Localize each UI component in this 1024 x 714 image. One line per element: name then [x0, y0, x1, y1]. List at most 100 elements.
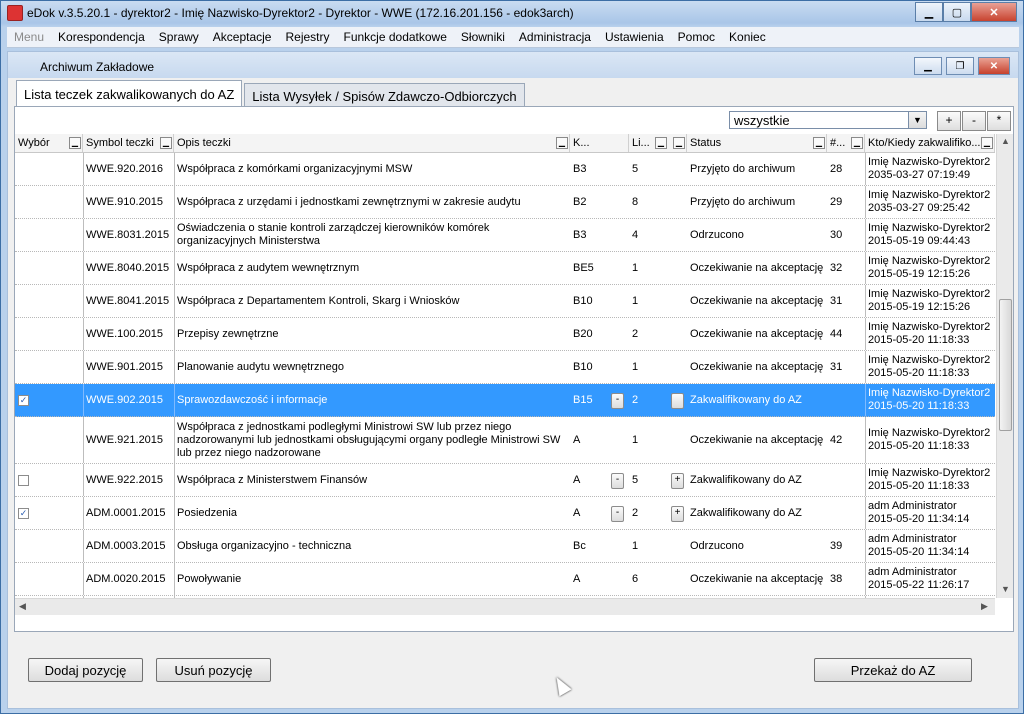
table-row[interactable]: WWE.902.2015 Sprawozdawczość i informacje…	[15, 384, 995, 417]
maximize-icon[interactable]: ▢	[943, 2, 971, 22]
column-collapse-icon[interactable]: ▁	[981, 137, 993, 149]
qualified-by-cell: adm Administrator 2015-05-20 11:34:14	[865, 530, 995, 562]
inner-minimize-icon[interactable]: ▁	[914, 57, 942, 75]
table-row[interactable]: WWE.8041.2015 Współpraca z Departamentem …	[15, 285, 995, 318]
status-cell: Odrzucono	[690, 539, 744, 552]
column-header-7[interactable]: Kto/Kiedy zakwalifiko...	[865, 134, 995, 152]
category-cell: B20	[573, 327, 593, 340]
add-position-button[interactable]: Dodaj pozycję	[28, 658, 143, 682]
count-cell: 6	[632, 572, 639, 585]
chevron-down-icon[interactable]: ▼	[908, 112, 926, 128]
menu-item-2[interactable]: Sprawy	[152, 30, 206, 44]
count-cell: 4	[632, 228, 639, 241]
add-filter-button[interactable]: +	[937, 111, 961, 131]
status-filter-value: wszystkie	[734, 113, 790, 128]
menu-item-7[interactable]: Administracja	[512, 30, 598, 44]
description-cell: Obsługa organizacyjno - techniczna	[177, 539, 352, 552]
count-cell: 2	[632, 393, 639, 406]
column-header-3[interactable]: K...	[570, 134, 629, 152]
symbol-cell: WWE.100.2015	[86, 327, 164, 340]
qualified-by-date: 2015-05-20 11:34:14	[868, 546, 970, 558]
tab-panel: wszystkie ▼ + - * Wybór ▁ Symbol teczki ▁ Op…	[14, 106, 1014, 632]
scroll-down-icon[interactable]: ▼	[1001, 584, 1010, 594]
inner-restore-icon[interactable]: ❐	[946, 57, 974, 75]
number-cell	[827, 464, 865, 496]
app-window: eDok v.3.5.20.1 - dyrektor2 - Imię Nazwi…	[0, 0, 1024, 714]
scroll-thumb[interactable]	[999, 299, 1012, 431]
menu-item-4[interactable]: Rejestry	[278, 30, 336, 44]
archive-window: Archiwum Zakładowe ▁ ❐ ✕ Lista teczek za…	[7, 51, 1019, 709]
menu-item-6[interactable]: Słowniki	[454, 30, 512, 44]
qualified-by-cell: Imię Nazwisko-Dyrektor2 2035-03-27 09:25:…	[865, 186, 995, 218]
select-checkbox[interactable]: ✓	[18, 394, 29, 406]
qualified-by-cell: Imię Nazwisko-Dyrektor2 2015-05-19 09:44:…	[865, 219, 995, 251]
menu-item-8[interactable]: Ustawienia	[598, 30, 671, 44]
increase-button[interactable]: +	[671, 472, 684, 489]
column-collapse-icon[interactable]: ▁	[556, 137, 568, 149]
menu-item-9[interactable]: Pomoc	[671, 30, 722, 44]
table-row[interactable]: WWE.922.2015 Współpraca z Ministerstwem F…	[15, 464, 995, 497]
status-cell: Oczekiwanie na akceptację	[690, 572, 824, 585]
increase-button[interactable]	[671, 392, 684, 409]
column-collapse-icon[interactable]: ▁	[69, 137, 81, 149]
tab-teczki[interactable]: Lista teczek zakwalikowanych do AZ	[16, 80, 243, 108]
qualified-by-cell: Imię Nazwisko-Dyrektor2 2015-05-19 12:15:…	[865, 285, 995, 317]
tab-wysylki[interactable]: Lista Wysyłek / Spisów Zdawczo-Odbiorczy…	[244, 83, 525, 108]
decrease-button[interactable]: -	[611, 392, 624, 409]
qualified-by-user: Imię Nazwisko-Dyrektor2	[868, 467, 991, 479]
status-cell: Odrzucono	[690, 228, 744, 241]
column-collapse-icon[interactable]: ▁	[655, 137, 667, 149]
count-cell: 8	[632, 195, 639, 208]
menu-item-3[interactable]: Akceptacje	[206, 30, 279, 44]
transfer-to-az-button[interactable]: Przekaż do AZ	[814, 658, 972, 682]
menu-item-1[interactable]: Korespondencja	[51, 30, 152, 44]
qualified-by-cell: Imię Nazwisko-Dyrektor2 2015-05-20 11:18:…	[865, 384, 995, 416]
vertical-scrollbar[interactable]: ▲ ▼	[996, 134, 1013, 598]
table-row[interactable]: WWE.100.2015 Przepisy zewnętrzne B20 2 Oczek…	[15, 318, 995, 351]
horizontal-scrollbar[interactable]: ◀ ▶	[15, 598, 995, 615]
table-row[interactable]: ADM.0001.2015 Posiedzenia A 2 Zakwalifikowan…	[15, 497, 995, 530]
qualified-by-user: Imię Nazwisko-Dyrektor2	[868, 156, 991, 168]
number-cell: 28	[830, 162, 843, 175]
table-row[interactable]: WWE.901.2015 Planowanie audytu wewnętrzne…	[15, 351, 995, 384]
table-row[interactable]: WWE.920.2016 Współpraca z komórkami organ…	[15, 153, 995, 186]
close-icon[interactable]: ✕	[971, 2, 1017, 22]
scroll-up-icon[interactable]: ▲	[1001, 136, 1010, 146]
increase-button[interactable]: +	[671, 505, 684, 522]
inner-window-title: Archiwum Zakładowe	[40, 60, 155, 74]
menu-item-5[interactable]: Funkcje dodatkowe	[337, 30, 454, 44]
table-row[interactable]: WWE.8040.2015 Współpraca z audytem wewnęt…	[15, 252, 995, 285]
table-row[interactable]: ADM.0003.2015 Obsługa organizacyjno - tec…	[15, 530, 995, 563]
minimize-icon[interactable]: ▁	[915, 2, 943, 22]
status-filter-select[interactable]: wszystkie ▼	[729, 111, 927, 129]
remove-filter-button[interactable]: -	[962, 111, 986, 131]
number-cell: 32	[830, 261, 843, 274]
column-collapse-icon[interactable]: ▁	[673, 137, 685, 149]
table-row[interactable]: WWE.8031.2015 Oświadczenia o stanie kontr…	[15, 219, 995, 252]
table-row[interactable]: ADM.0020.2015 Powoływanie A 6 Oczekiwanie na…	[15, 563, 995, 596]
menu-item-0[interactable]: Menu	[7, 30, 51, 44]
decrease-button[interactable]: -	[611, 472, 624, 489]
status-cell: Oczekiwanie na akceptację	[690, 360, 824, 373]
table-row[interactable]: WWE.910.2015 Współpraca z urzędami i jedn…	[15, 186, 995, 219]
select-checkbox[interactable]	[18, 474, 29, 486]
inner-close-icon[interactable]: ✕	[978, 57, 1010, 75]
column-header-5[interactable]: Status	[687, 134, 827, 152]
description-cell: Współpraca z Departamentem Kontroli, Ska…	[177, 294, 460, 307]
column-collapse-icon[interactable]: ▁	[160, 137, 172, 149]
menu-item-10[interactable]: Koniec	[722, 30, 773, 44]
remove-position-button[interactable]: Usuń pozycję	[156, 658, 271, 682]
column-collapse-icon[interactable]: ▁	[813, 137, 825, 149]
qualified-by-user: Imię Nazwisko-Dyrektor2	[868, 288, 991, 300]
all-filter-button[interactable]: *	[987, 111, 1011, 131]
column-header-2[interactable]: Opis teczki	[174, 134, 570, 152]
status-cell: Zakwalifikowany do AZ	[690, 506, 802, 519]
qualified-by-user: adm Administrator	[868, 566, 957, 578]
qualified-by-user: Imię Nazwisko-Dyrektor2	[868, 427, 991, 439]
select-checkbox[interactable]: ✓	[18, 507, 29, 519]
column-collapse-icon[interactable]: ▁	[851, 137, 863, 149]
scroll-right-icon[interactable]: ▶	[981, 601, 988, 612]
table-row[interactable]: WWE.921.2015 Współpraca z jednostkami pod…	[15, 417, 995, 464]
decrease-button[interactable]: -	[611, 505, 624, 522]
scroll-left-icon[interactable]: ◀	[19, 601, 26, 612]
